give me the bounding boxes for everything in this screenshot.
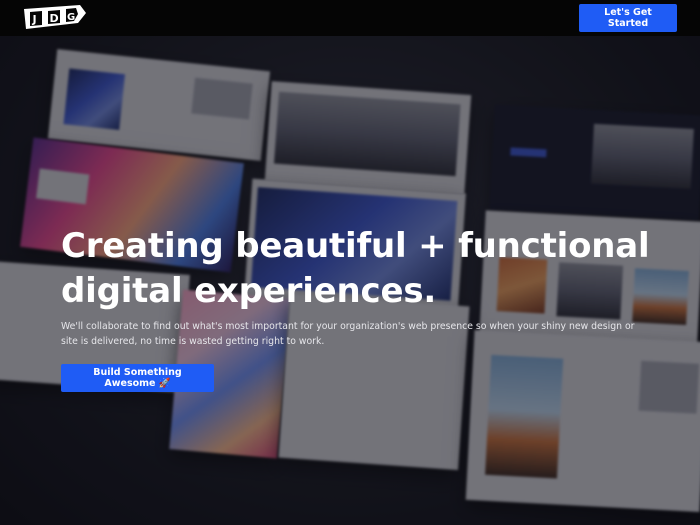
jdg-logo-icon[interactable]: J D G: [22, 3, 88, 33]
build-something-awesome-button[interactable]: Build Something Awesome 🚀: [61, 364, 214, 392]
lets-get-started-button[interactable]: Let's Get Started: [579, 4, 677, 32]
site-header: J D G Let's Get Started: [0, 0, 700, 36]
svg-text:J: J: [32, 13, 37, 26]
svg-text:G: G: [67, 12, 75, 23]
hero-subtext: We'll collaborate to find out what's mos…: [61, 321, 635, 347]
hero-headline: Creating beautiful + functional digital …: [61, 226, 650, 311]
svg-text:D: D: [50, 12, 59, 25]
hero-section: Creating beautiful + functional digital …: [0, 36, 700, 525]
